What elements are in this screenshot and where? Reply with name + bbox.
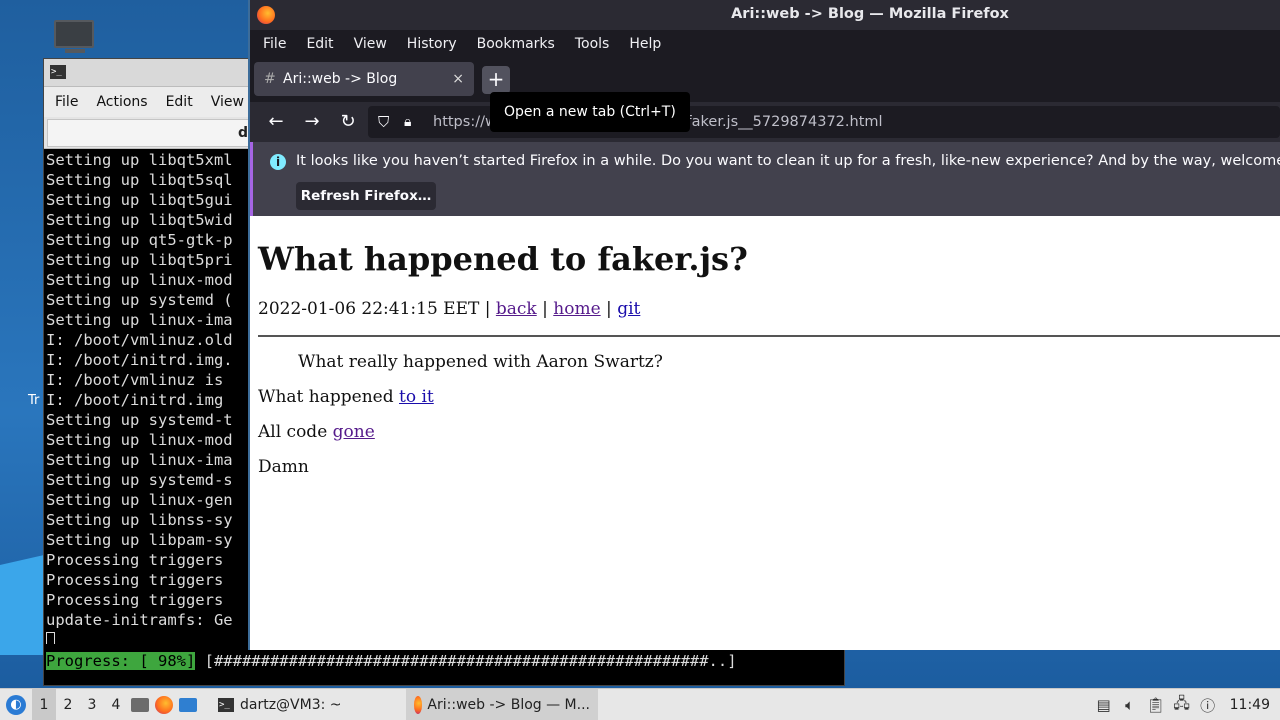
navigation-toolbar: ← → ↻ ⛉ 🔒︎ https://w blogs/What-happened… bbox=[250, 102, 1280, 142]
workspace-3[interactable]: 3 bbox=[80, 689, 104, 720]
workspace-2[interactable]: 2 bbox=[56, 689, 80, 720]
firefox-titlebar[interactable]: Ari::web -> Blog — Mozilla Firefox bbox=[250, 0, 1280, 30]
terminal-menu-edit[interactable]: Edit bbox=[157, 94, 202, 110]
post-meta: 2022-01-06 22:41:15 EET | back | home | … bbox=[258, 299, 640, 319]
post-date: 2022-01-06 22:41:15 EET | bbox=[258, 299, 491, 319]
divider bbox=[258, 335, 1280, 337]
terminal-icon: >_ bbox=[218, 697, 234, 712]
system-tray: ▤ 🔈︎ 📋︎ 🖧︎ ⓘ 11:49 bbox=[1092, 689, 1280, 720]
back-link[interactable]: back bbox=[496, 299, 537, 319]
menu-help[interactable]: Help bbox=[620, 36, 669, 52]
window-title: Ari::web -> Blog — Mozilla Firefox bbox=[731, 6, 1009, 22]
close-icon[interactable]: × bbox=[452, 62, 464, 96]
shield-icon[interactable]: ⛉ bbox=[378, 106, 389, 138]
back-arrow-icon[interactable]: ← bbox=[264, 110, 288, 134]
firefox-menubar: File Edit View History Bookmarks Tools H… bbox=[250, 30, 1280, 58]
terminal-progress: Progress: [ 98%] [######################… bbox=[46, 651, 737, 671]
terminal-cursor bbox=[46, 632, 55, 644]
notification-icon[interactable]: ⓘ bbox=[1196, 689, 1220, 720]
menu-tools[interactable]: Tools bbox=[566, 36, 618, 52]
menu-file[interactable]: File bbox=[254, 36, 294, 52]
separator: | bbox=[606, 299, 612, 319]
clipboard-icon[interactable]: 📋︎ bbox=[1144, 689, 1168, 720]
taskbar-terminal-task[interactable]: >_ dartz@VM3: ~ bbox=[210, 689, 406, 720]
start-menu-button[interactable]: ◐ bbox=[0, 689, 32, 720]
firefox-icon bbox=[414, 695, 423, 714]
notification-text: It looks like you haven’t started Firefo… bbox=[296, 153, 1280, 169]
terminal-menu-file[interactable]: File bbox=[46, 94, 87, 110]
to-it-link[interactable]: to it bbox=[399, 387, 434, 407]
file-manager-icon[interactable] bbox=[128, 689, 152, 720]
gone-link[interactable]: gone bbox=[333, 422, 375, 442]
show-desktop-icon[interactable] bbox=[176, 689, 200, 720]
menu-view[interactable]: View bbox=[345, 36, 395, 52]
terminal-menu-actions[interactable]: Actions bbox=[87, 94, 156, 110]
browser-tab[interactable]: # Ari::web -> Blog × bbox=[254, 62, 474, 96]
blockquote: What really happened with Aaron Swartz? bbox=[298, 352, 663, 372]
task-label: dartz@VM3: ~ bbox=[240, 696, 342, 713]
progress-bar: [#######################################… bbox=[195, 652, 737, 670]
lock-icon[interactable]: 🔒︎ bbox=[404, 106, 411, 138]
menu-edit[interactable]: Edit bbox=[297, 36, 341, 52]
menu-history[interactable]: History bbox=[398, 36, 465, 52]
terminal-icon: >_ bbox=[50, 65, 66, 79]
progress-label: Progress: [ 98%] bbox=[46, 652, 196, 670]
task-label: Ari::web -> Blog — M... bbox=[427, 696, 590, 713]
home-link[interactable]: home bbox=[553, 299, 600, 319]
paragraph: What happened to it bbox=[258, 387, 434, 407]
refresh-firefox-button[interactable]: Refresh Firefox… bbox=[296, 182, 436, 210]
wallpaper-shape bbox=[0, 555, 44, 655]
network-icon[interactable]: 🖧︎ bbox=[1170, 689, 1194, 720]
page-title: What happened to faker.js? bbox=[258, 240, 748, 278]
terminal-menu-view[interactable]: View bbox=[202, 94, 253, 110]
computer-icon[interactable] bbox=[54, 20, 96, 54]
updates-icon[interactable]: ▤ bbox=[1092, 689, 1116, 720]
paragraph-text: What happened bbox=[258, 387, 399, 407]
separator: | bbox=[542, 299, 548, 319]
desktop-icon-label: Tr bbox=[28, 393, 40, 408]
hash-icon: # bbox=[264, 71, 276, 87]
menu-bookmarks[interactable]: Bookmarks bbox=[468, 36, 563, 52]
workspace-4[interactable]: 4 bbox=[104, 689, 128, 720]
tab-strip: # Ari::web -> Blog × + bbox=[250, 58, 1280, 102]
paragraph: Damn bbox=[258, 457, 309, 477]
forward-arrow-icon[interactable]: → bbox=[300, 110, 324, 134]
notification-bar: i It looks like you haven’t started Fire… bbox=[250, 142, 1280, 216]
firefox-launcher-icon[interactable] bbox=[152, 689, 176, 720]
git-link[interactable]: git bbox=[617, 299, 640, 319]
paragraph-text: All code bbox=[258, 422, 333, 442]
tab-label: Ari::web -> Blog bbox=[283, 71, 398, 87]
firefox-window[interactable]: Ari::web -> Blog — Mozilla Firefox File … bbox=[248, 0, 1280, 650]
start-icon: ◐ bbox=[6, 694, 26, 715]
clock[interactable]: 11:49 bbox=[1222, 697, 1280, 713]
new-tab-tooltip: Open a new tab (Ctrl+T) bbox=[490, 92, 690, 132]
info-icon: i bbox=[270, 154, 286, 170]
volume-icon[interactable]: 🔈︎ bbox=[1118, 689, 1142, 720]
paragraph: All code gone bbox=[258, 422, 375, 442]
new-tab-button[interactable]: + bbox=[482, 66, 510, 94]
page-content: What happened to faker.js? 2022-01-06 22… bbox=[250, 216, 1280, 650]
workspace-1[interactable]: 1 bbox=[32, 688, 56, 720]
taskbar-firefox-task[interactable]: Ari::web -> Blog — M... bbox=[406, 688, 598, 720]
taskbar: ◐ 1 2 3 4 >_ dartz@VM3: ~ Ari::web -> Bl… bbox=[0, 688, 1280, 720]
reload-icon[interactable]: ↻ bbox=[336, 110, 360, 134]
